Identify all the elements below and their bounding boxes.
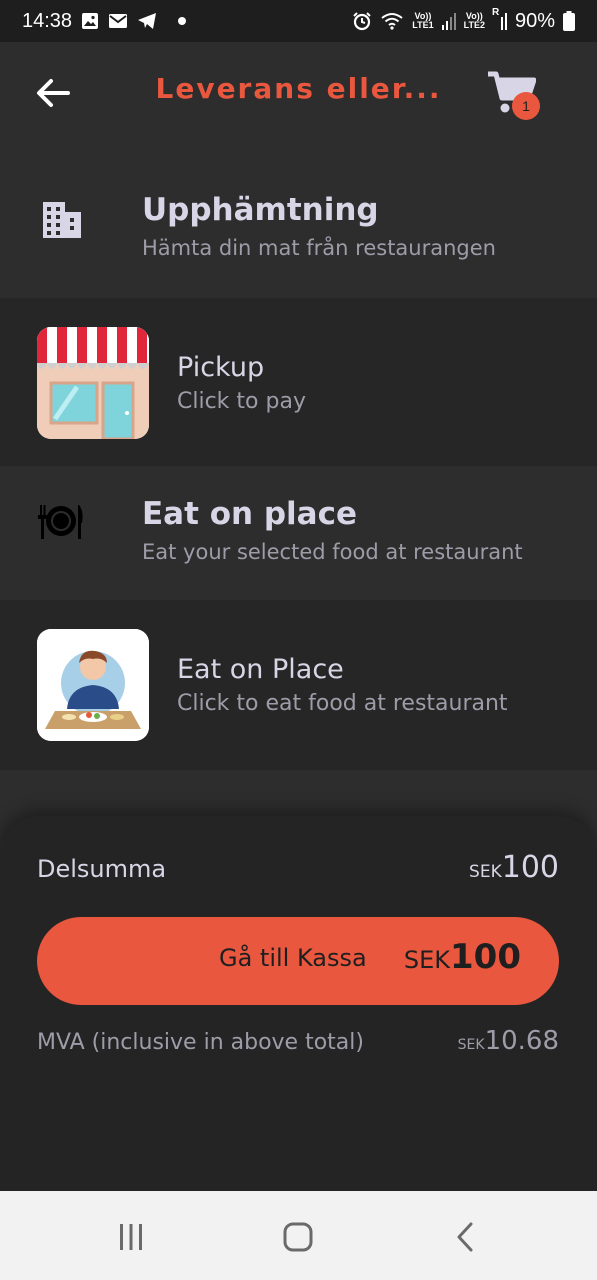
sim1-lte-label: LTE1 bbox=[412, 20, 434, 30]
cart-count-badge: 1 bbox=[512, 92, 540, 120]
option-title: Pickup bbox=[177, 352, 265, 383]
back-nav-button[interactable] bbox=[445, 1217, 485, 1257]
person-eating-image bbox=[37, 629, 149, 741]
telegram-icon bbox=[137, 12, 157, 30]
vat-label: MVA (inclusive in above total) bbox=[37, 1030, 364, 1055]
sim2-lte-label: LTE2 bbox=[463, 20, 485, 30]
subtotal-currency: SEK bbox=[469, 862, 502, 882]
subtotal-row: Delsumma SEK100 bbox=[37, 850, 559, 885]
home-icon bbox=[283, 1222, 313, 1252]
vat-currency: SEK bbox=[457, 1037, 485, 1053]
option-eat-on-place-restaurant[interactable]: Eat on Place Click to eat food at restau… bbox=[0, 600, 597, 770]
option-subtitle: Click to eat food at restaurant bbox=[177, 691, 508, 716]
signal-roaming-icon: R bbox=[492, 8, 507, 30]
sim2-indicator: Vo)) LTE2 bbox=[464, 12, 485, 30]
vat-amount: 10.68 bbox=[484, 1026, 559, 1056]
checkout-currency: SEK bbox=[403, 946, 451, 974]
checkout-label: Gå till Kassa bbox=[219, 944, 367, 972]
vat-row: MVA (inclusive in above total) SEK10.68 bbox=[37, 1026, 559, 1056]
option-upphamtning[interactable]: Upphämtning Hämta din mat från restauran… bbox=[0, 148, 597, 298]
sim1-indicator: Vo)) LTE1 bbox=[412, 12, 433, 30]
subtotal-value: SEK100 bbox=[469, 850, 559, 885]
option-pickup[interactable]: Pickup Click to pay bbox=[0, 298, 597, 466]
wifi-icon bbox=[380, 11, 404, 31]
option-title: Eat on Place bbox=[177, 654, 344, 685]
option-eat-on-place[interactable]: Eat on place Eat your selected food at r… bbox=[0, 466, 597, 600]
checkout-amount: 100 bbox=[450, 937, 521, 977]
recent-apps-icon bbox=[120, 1224, 142, 1250]
order-summary-panel: Delsumma SEK100 Gå till Kassa SEK100 MVA… bbox=[0, 816, 597, 1191]
checkout-price: SEK100 bbox=[404, 937, 521, 977]
option-subtitle: Click to pay bbox=[177, 389, 306, 414]
storefront-image bbox=[37, 327, 149, 439]
subtotal-amount: 100 bbox=[501, 850, 559, 885]
status-bar: 14:38 Vo)) LTE1 Vo)) LTE2 R 90% bbox=[0, 0, 597, 42]
subtotal-label: Delsumma bbox=[37, 855, 167, 883]
option-subtitle: Hämta din mat från restaurangen bbox=[142, 236, 496, 260]
option-title: Eat on place bbox=[142, 496, 358, 532]
vat-value: SEK10.68 bbox=[458, 1026, 559, 1056]
alarm-icon bbox=[352, 11, 372, 31]
checkout-button[interactable]: Gå till Kassa SEK100 bbox=[37, 917, 559, 1005]
mail-icon bbox=[108, 13, 128, 29]
home-button[interactable] bbox=[278, 1217, 318, 1257]
battery-icon bbox=[563, 11, 575, 31]
signal-icon bbox=[441, 12, 456, 30]
cart-button[interactable]: 1 bbox=[486, 68, 546, 124]
status-time: 14:38 bbox=[22, 9, 73, 32]
gallery-icon bbox=[81, 12, 99, 30]
option-subtitle: Eat your selected food at restaurant bbox=[142, 540, 523, 564]
roaming-label: R bbox=[491, 7, 500, 18]
app-bar: Leverans eller... 1 bbox=[0, 42, 597, 148]
dot-icon bbox=[178, 17, 187, 25]
building-icon bbox=[38, 196, 86, 244]
system-nav-bar bbox=[0, 1191, 597, 1280]
dining-icon bbox=[36, 497, 86, 545]
recent-apps-button[interactable] bbox=[111, 1217, 151, 1257]
battery-percent: 90% bbox=[514, 9, 555, 32]
back-nav-icon bbox=[457, 1222, 473, 1252]
option-title: Upphämtning bbox=[142, 192, 379, 228]
